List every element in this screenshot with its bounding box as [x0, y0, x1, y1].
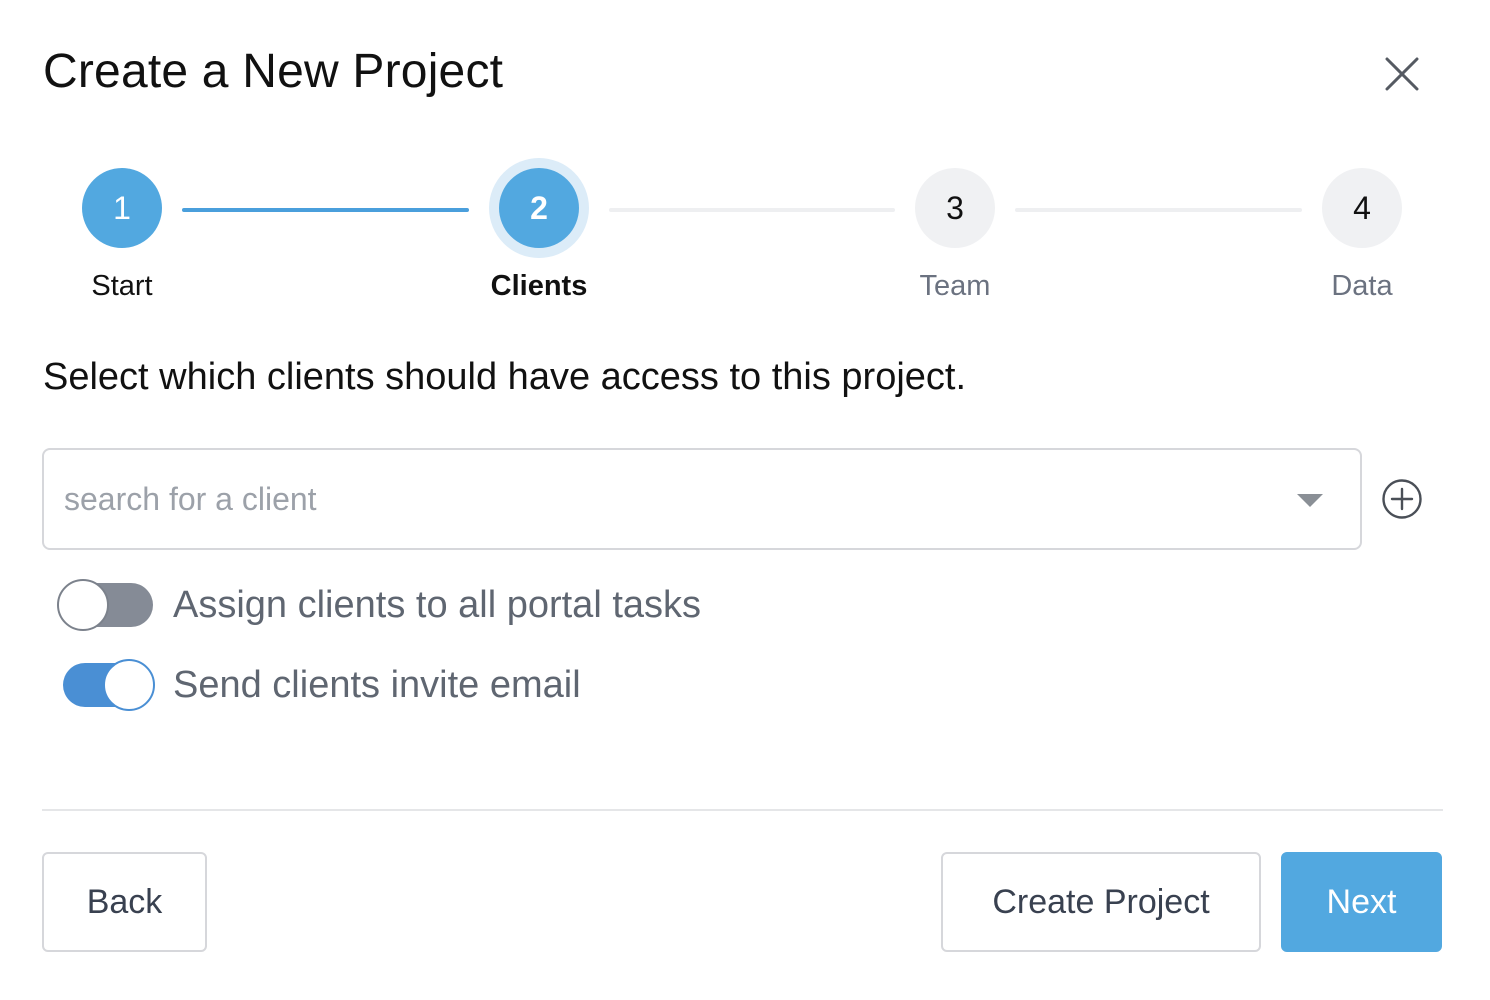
- plus-circle-icon[interactable]: [1381, 478, 1423, 520]
- client-search-select[interactable]: [42, 448, 1362, 550]
- step-connector-1-2: [182, 208, 469, 212]
- send-invite-option: Send clients invite email: [57, 657, 581, 713]
- step-2-circle[interactable]: 2: [499, 168, 579, 248]
- assign-all-tasks-toggle[interactable]: [57, 577, 157, 633]
- step-connector-2-3: [609, 208, 895, 212]
- toggle-knob: [103, 659, 155, 711]
- step-2-label: Clients: [490, 270, 588, 302]
- step-1-circle[interactable]: 1: [82, 168, 162, 248]
- step-connector-3-4: [1015, 208, 1302, 212]
- step-1-label: Start: [91, 270, 153, 302]
- send-invite-label: Send clients invite email: [173, 663, 581, 706]
- step-3-circle[interactable]: 3: [915, 168, 995, 248]
- create-project-dialog: Create a New Project 1 2 3 4 Start Clien…: [0, 0, 1490, 1000]
- client-search-input[interactable]: [64, 470, 1264, 528]
- send-invite-toggle[interactable]: [57, 657, 157, 713]
- assign-all-tasks-option: Assign clients to all portal tasks: [57, 577, 701, 633]
- step-3-label: Team: [919, 270, 991, 302]
- step-4-circle[interactable]: 4: [1322, 168, 1402, 248]
- next-button[interactable]: Next: [1281, 852, 1442, 952]
- toggle-knob: [57, 579, 109, 631]
- assign-all-tasks-label: Assign clients to all portal tasks: [173, 583, 702, 626]
- back-button[interactable]: Back: [42, 852, 207, 952]
- footer-divider: [42, 809, 1443, 811]
- step-progress: 1 2 3 4 Start Clients Team Data: [0, 0, 1490, 320]
- caret-down-icon[interactable]: [1297, 494, 1323, 507]
- create-project-button[interactable]: Create Project: [941, 852, 1261, 952]
- instruction-text: Select which clients should have access …: [43, 356, 967, 398]
- step-4-label: Data: [1331, 270, 1393, 302]
